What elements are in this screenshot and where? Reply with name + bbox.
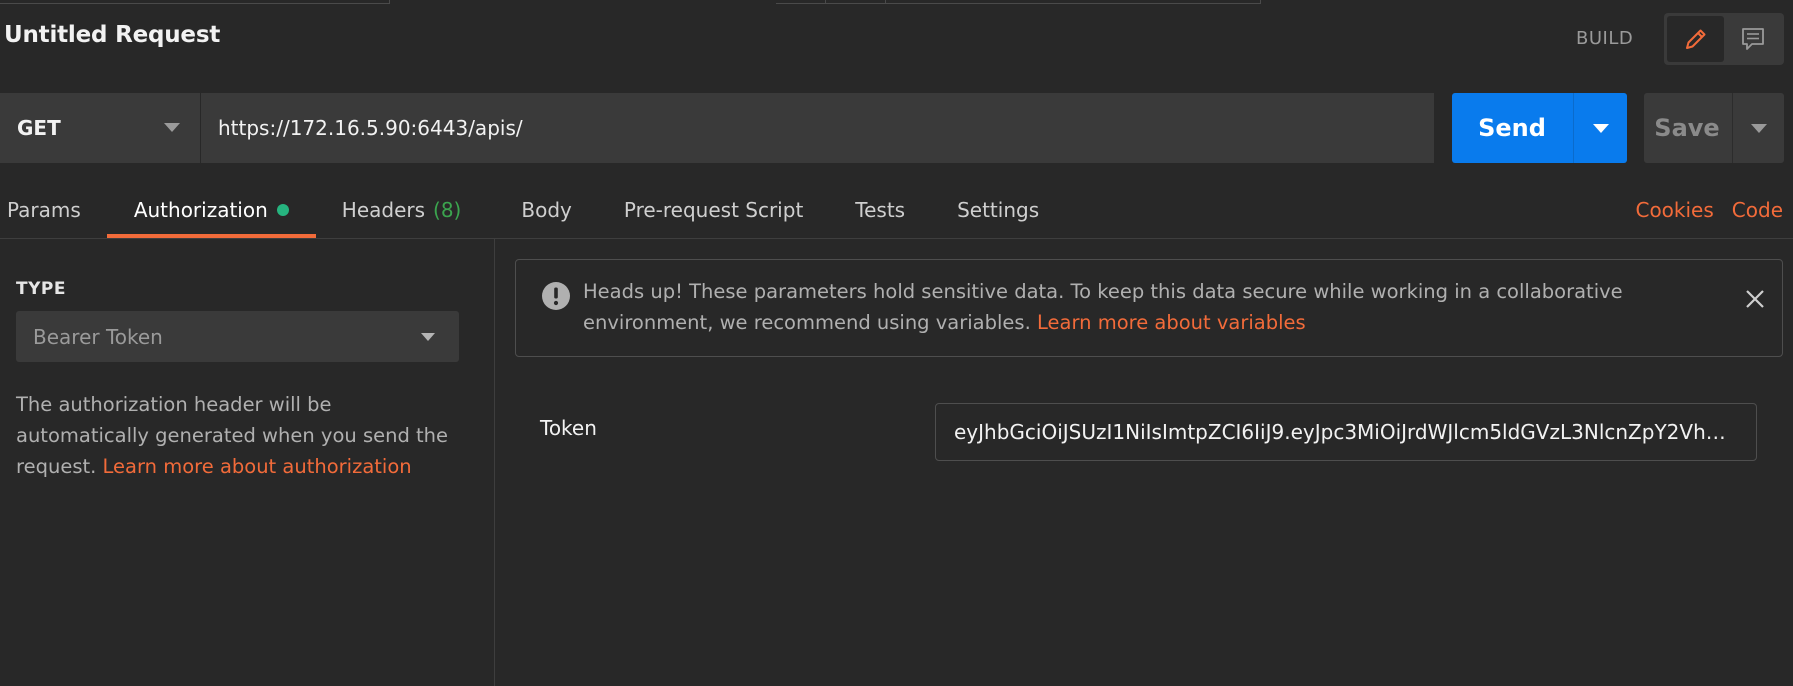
- sensitive-data-alert: Heads up! These parameters hold sensitiv…: [515, 259, 1783, 357]
- code-link[interactable]: Code: [1732, 198, 1783, 222]
- url-input[interactable]: https://172.16.5.90:6443/apis/: [201, 93, 1434, 163]
- comment-icon: [1741, 28, 1764, 50]
- tab-authorization[interactable]: Authorization: [106, 190, 316, 238]
- alert-message: Heads up! These parameters hold sensitiv…: [583, 276, 1693, 338]
- chevron-down-icon: [164, 123, 180, 132]
- tab-params[interactable]: Params: [7, 190, 81, 238]
- token-label: Token: [540, 416, 597, 440]
- postman-request-editor: Untitled Request BUILD GET https://172.1…: [0, 0, 1793, 686]
- chevron-down-icon: [421, 333, 435, 341]
- tab-settings[interactable]: Settings: [957, 190, 1039, 238]
- exclamation-icon: [542, 282, 570, 310]
- auth-status-dot: [276, 204, 289, 216]
- pencil-icon: [1685, 29, 1705, 49]
- tab-label: Params: [7, 198, 81, 222]
- tab-label: Settings: [957, 198, 1040, 222]
- tab-label: Authorization: [133, 198, 268, 222]
- save-label: Save: [1654, 114, 1720, 142]
- tab-strip-segment: [826, 0, 886, 4]
- edit-mode-button[interactable]: [1667, 16, 1724, 62]
- tab-body[interactable]: Body: [521, 190, 572, 238]
- tab-label: Tests: [855, 198, 906, 222]
- mode-toggle-group: [1664, 13, 1784, 65]
- method-select[interactable]: GET: [0, 93, 200, 163]
- method-label: GET: [17, 116, 61, 140]
- tab-strip-remnant: [0, 0, 1793, 4]
- token-input[interactable]: eyJhbGciOiJSUzI1NiIsImtpZCI6IiJ9.eyJpc3M…: [935, 403, 1757, 461]
- auth-type-label: TYPE: [16, 279, 66, 299]
- headers-count: (8): [433, 198, 462, 222]
- tab-tests[interactable]: Tests: [855, 190, 905, 238]
- tab-strip-segment: [886, 0, 1261, 4]
- tab-strip-segment: [0, 0, 390, 4]
- learn-more-variables-link[interactable]: Learn more about variables: [1037, 311, 1306, 334]
- tab-label: Body: [521, 198, 572, 222]
- auth-description: The authorization header will be automat…: [16, 389, 466, 482]
- chevron-down-icon: [1592, 123, 1609, 133]
- tab-strip-segment: [776, 0, 826, 4]
- tab-label: Headers: [341, 198, 426, 222]
- tab-headers[interactable]: Headers (8): [342, 190, 462, 238]
- request-tabs: Params Authorization Headers (8) Body Pre…: [0, 190, 1039, 238]
- send-button[interactable]: Send: [1452, 93, 1627, 163]
- cookies-link[interactable]: Cookies: [1635, 198, 1713, 222]
- chevron-down-icon: [1750, 123, 1767, 133]
- send-label: Send: [1478, 114, 1546, 142]
- request-links: Cookies Code: [1635, 198, 1783, 222]
- url-text: https://172.16.5.90:6443/apis/: [218, 116, 523, 140]
- comments-mode-button[interactable]: [1724, 16, 1781, 62]
- save-button[interactable]: Save: [1644, 93, 1784, 163]
- tab-label: Pre-request Script: [623, 198, 804, 222]
- build-mode-label: BUILD: [1576, 28, 1634, 49]
- request-title[interactable]: Untitled Request: [4, 22, 220, 48]
- learn-more-authorization-link[interactable]: Learn more about authorization: [103, 455, 412, 478]
- auth-type-value: Bearer Token: [33, 324, 163, 349]
- close-icon[interactable]: [1744, 288, 1766, 310]
- token-value: eyJhbGciOiJSUzI1NiIsImtpZCI6IiJ9.eyJpc3M…: [954, 420, 1736, 444]
- send-options-button[interactable]: [1573, 93, 1627, 163]
- save-options-button[interactable]: [1732, 93, 1784, 163]
- auth-type-select[interactable]: Bearer Token: [16, 311, 459, 362]
- auth-type-panel: TYPE Bearer Token The authorization head…: [0, 239, 495, 686]
- tab-pre-request-script[interactable]: Pre-request Script: [624, 190, 803, 238]
